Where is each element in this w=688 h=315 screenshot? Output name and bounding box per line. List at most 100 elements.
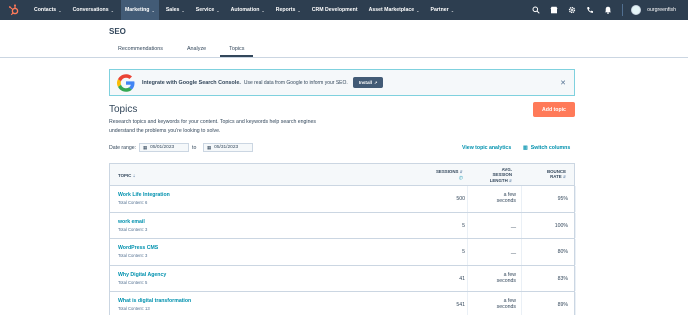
nav-label: CRM Development xyxy=(311,7,358,13)
nav-label: Sales xyxy=(165,7,180,13)
table-row: WordPress CMS Total Content: 3 5 — 80% xyxy=(109,239,576,266)
info-icon: ⓘ xyxy=(459,176,463,181)
nav-contacts[interactable]: Contacts ⌄ xyxy=(30,0,66,20)
avatar[interactable] xyxy=(631,5,642,15)
nav-crm-development[interactable]: CRM Development xyxy=(308,0,362,20)
tab-recommendations[interactable]: Recommendations xyxy=(109,40,172,57)
chevron-down-icon: ⌄ xyxy=(297,7,301,13)
col-avg-label-2: SESSION xyxy=(492,172,512,178)
date-to-input[interactable]: ▦ 05/31/2023 xyxy=(203,143,253,152)
nav-sales[interactable]: Sales ⌄ xyxy=(162,0,189,20)
bounce-rate-value: 80% xyxy=(557,249,568,255)
col-bounce-label-2: RATE xyxy=(550,174,562,180)
avg-value-b: — xyxy=(510,224,516,231)
add-topic-button[interactable]: Add topic xyxy=(533,102,575,117)
total-content: Total Content: 3 xyxy=(118,226,148,232)
column-divider xyxy=(575,265,576,291)
bell-icon[interactable] xyxy=(604,6,612,14)
tab-topics[interactable]: Topics xyxy=(220,40,254,57)
nav-marketing[interactable]: Marketing ⌄ xyxy=(120,0,159,20)
view-topic-analytics-link[interactable]: View topic analytics xyxy=(462,145,511,151)
external-link-icon: ↗ xyxy=(374,80,378,85)
chevron-down-icon: ⌄ xyxy=(151,7,155,13)
nav-partner[interactable]: Partner ⌄ xyxy=(427,0,459,20)
table-row: work email Total Content: 3 5 — 100% xyxy=(109,212,576,239)
table-row: Work Life Integration Total Content: 6 5… xyxy=(109,186,576,213)
nav-label: Service xyxy=(195,7,215,13)
switch-columns-link[interactable]: ▥ Switch columns xyxy=(523,145,570,151)
topic-link[interactable]: Work Life Integration xyxy=(118,192,170,198)
nav-asset-marketplace[interactable]: Asset Marketplace ⌄ xyxy=(365,0,424,20)
avg-session-value: a few seconds xyxy=(470,272,516,284)
col-topic[interactable]: TOPIC ⇣ xyxy=(118,173,136,179)
col-avg-session-length[interactable]: AVG. SESSION LENGTH ⇵ xyxy=(486,167,512,184)
chevron-down-icon: ⌄ xyxy=(110,7,114,13)
avg-value-b: seconds xyxy=(496,304,516,310)
sort-icon: ⇵ xyxy=(459,170,463,174)
table-header: TOPIC ⇣ SESSIONS ⇵ ⓘ AVG. SESSION LENGTH ⇵ … xyxy=(109,163,575,186)
avg-value-b: seconds xyxy=(496,277,516,284)
calling-icon[interactable] xyxy=(586,6,594,14)
column-divider xyxy=(521,239,522,265)
hubspot-logo-icon[interactable] xyxy=(8,4,20,16)
sort-icon: ⇣ xyxy=(132,174,136,178)
marketplace-icon[interactable] xyxy=(550,6,558,14)
install-label: Install xyxy=(358,80,373,85)
chevron-down-icon: ⌄ xyxy=(181,7,185,13)
close-icon[interactable]: ✕ xyxy=(560,79,566,87)
column-divider xyxy=(521,186,522,212)
total-content: Total Content: 6 xyxy=(118,200,148,205)
sessions-value: 5 xyxy=(462,249,465,255)
gear-icon[interactable] xyxy=(568,6,576,14)
topic-link[interactable]: Why Digital Agency xyxy=(118,272,166,278)
date-from-input[interactable]: ▦ 05/01/2023 xyxy=(139,143,189,152)
column-divider xyxy=(467,239,468,265)
tab-analyze[interactable]: Analyze xyxy=(178,40,215,57)
col-avg-label-1: AVG. xyxy=(501,167,512,172)
sessions-value: 41 xyxy=(459,275,465,282)
column-divider xyxy=(575,239,576,265)
to-label: to xyxy=(192,145,197,151)
install-button[interactable]: Install ↗ xyxy=(352,77,384,88)
col-bounce-rate[interactable]: BOUNCE RATE ⇵ xyxy=(540,169,566,181)
date-from-value: 05/01/2023 xyxy=(150,145,175,150)
banner-heading: Integrate with Google Search Console. xyxy=(142,79,241,86)
avg-session-value: a few seconds xyxy=(470,298,516,310)
topics-table: TOPIC ⇣ SESSIONS ⇵ ⓘ AVG. SESSION LENGTH ⇵ … xyxy=(109,163,576,315)
chevron-down-icon: ⌄ xyxy=(216,7,220,13)
bounce-rate-value: 89% xyxy=(557,302,568,308)
nav-reports[interactable]: Reports ⌄ xyxy=(272,0,305,20)
table-row: Why Digital Agency Total Content: 5 41 a… xyxy=(109,265,576,292)
col-bounce-label-1: BOUNCE xyxy=(546,169,566,174)
col-avg-label-3: LENGTH xyxy=(489,177,508,183)
calendar-icon: ▦ xyxy=(207,144,212,150)
bounce-rate-value: 83% xyxy=(557,275,568,282)
topics-title: Topics xyxy=(109,104,138,115)
sort-icon: ⇵ xyxy=(508,178,512,183)
column-divider xyxy=(521,212,522,238)
table-row: What is digital transformation Total Con… xyxy=(109,292,576,315)
integration-banner: Integrate with Google Search Console. Us… xyxy=(109,69,575,96)
col-sessions[interactable]: SESSIONS ⇵ ⓘ xyxy=(436,169,463,182)
sessions-value: 5 xyxy=(462,222,465,229)
bounce-rate-value: 95% xyxy=(557,196,568,202)
nav-automation[interactable]: Automation ⌄ xyxy=(227,0,269,20)
tab-bar: Recommendations Analyze Topics xyxy=(109,40,575,57)
avg-session-value: — xyxy=(470,219,516,231)
nav-conversations[interactable]: Conversations ⌄ xyxy=(69,0,118,20)
account-name[interactable]: ourgreenfish xyxy=(647,7,676,13)
avg-value-b: — xyxy=(510,251,516,257)
nav-label: Automation xyxy=(230,7,260,13)
nav-service[interactable]: Service ⌄ xyxy=(192,0,224,20)
column-divider xyxy=(467,186,468,212)
avg-value-b: seconds xyxy=(496,198,516,204)
switch-columns-label: Switch columns xyxy=(530,145,571,151)
topic-link[interactable]: WordPress CMS xyxy=(118,245,158,251)
nav-label: Reports xyxy=(275,7,296,13)
google-logo-icon xyxy=(117,73,135,92)
total-content: Total Content: 5 xyxy=(118,279,148,285)
topic-link[interactable]: work email xyxy=(118,219,145,225)
column-divider xyxy=(575,212,576,238)
search-icon[interactable] xyxy=(532,6,540,14)
topic-link[interactable]: What is digital transformation xyxy=(118,298,191,304)
